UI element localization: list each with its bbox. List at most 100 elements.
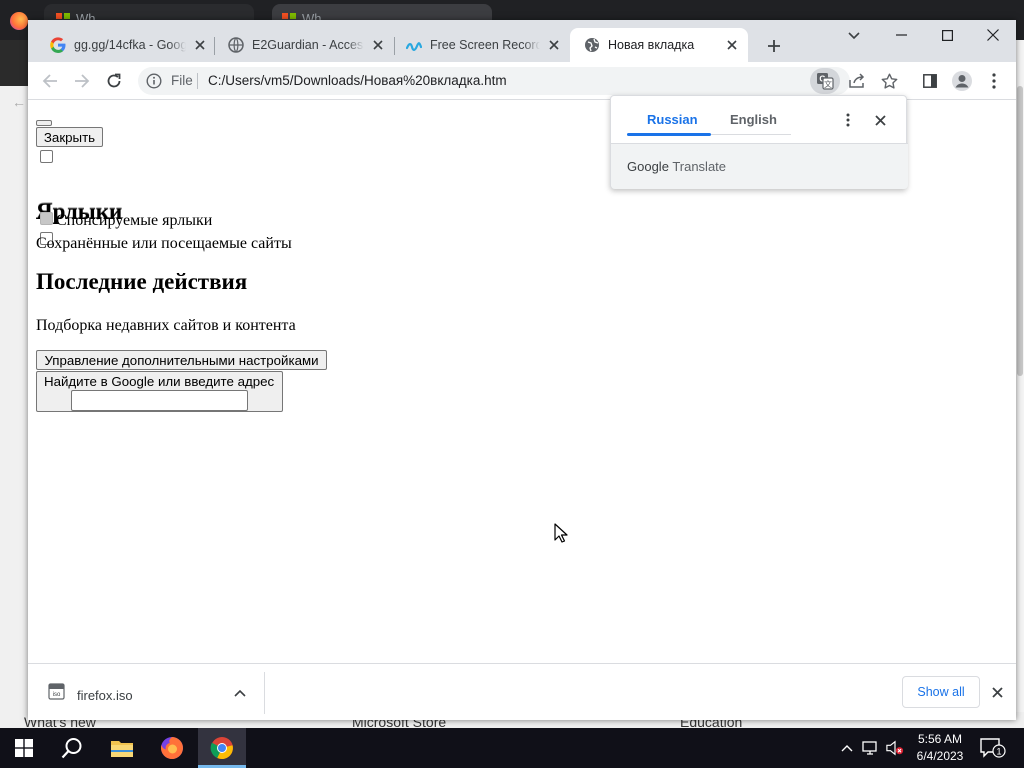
tab-close-icon[interactable] (546, 37, 562, 53)
tab-close-icon[interactable] (192, 37, 208, 53)
menu-button[interactable] (982, 69, 1006, 93)
recent-activity-heading: Последние действия (36, 269, 248, 294)
translate-close-button[interactable] (870, 110, 890, 130)
reload-icon (107, 73, 121, 88)
google-icon (50, 37, 66, 53)
search-input[interactable] (71, 390, 248, 411)
chrome-window: gg.gg/14cfka - Google E2Guardian - Acces… (28, 20, 1016, 720)
clock-time: 5:56 AM (917, 732, 963, 746)
side-panel-icon (923, 74, 937, 88)
sponsored-label: Спонсируемые ярлыки (56, 212, 213, 229)
url-text[interactable]: C:/Users/vm5/Downloads/Новая%20вкладка.h… (208, 73, 507, 88)
avatar-icon (952, 71, 972, 91)
maximize-icon (941, 29, 953, 41)
show-all-downloads-button[interactable]: Show all (902, 676, 980, 708)
empty-button[interactable] (36, 120, 52, 126)
tab-close-icon[interactable] (370, 37, 386, 53)
omnibox-divider (197, 73, 198, 89)
new-tab-button[interactable] (760, 34, 788, 58)
system-clock[interactable]: 5:56 AM 6/4/2023 (908, 731, 972, 765)
search-button[interactable] (48, 728, 96, 768)
profile-button[interactable] (950, 69, 974, 93)
globe-icon (585, 38, 599, 52)
tab-close-icon[interactable] (724, 37, 740, 53)
tab-search-button[interactable] (843, 26, 865, 46)
windows-logo-icon (15, 739, 33, 757)
sponsored-checkbox[interactable] (40, 212, 53, 225)
translate-options-button[interactable] (838, 110, 858, 130)
close-icon (991, 686, 1003, 698)
volume-button[interactable] (886, 740, 904, 756)
tab-title: Новая вкладка (608, 38, 695, 52)
screen-recorder-icon (406, 42, 422, 51)
background-window-toolbar: ← (0, 40, 28, 110)
background-window-edge (0, 40, 28, 728)
star-icon (881, 73, 897, 89)
file-explorer-button[interactable] (98, 728, 146, 768)
share-icon (849, 73, 865, 88)
close-page-button[interactable]: Закрыть (36, 127, 103, 147)
start-button[interactable] (0, 728, 48, 768)
tab-title: gg.gg/14cfka - Google (74, 38, 186, 52)
tab-strip: gg.gg/14cfka - Google E2Guardian - Acces… (28, 20, 1016, 62)
info-icon[interactable] (146, 73, 162, 89)
search-fieldset: Найдите в Google или введите адрес (36, 371, 283, 412)
firefox-icon (160, 737, 183, 759)
arrow-right-icon (75, 74, 90, 88)
maximize-button[interactable] (924, 20, 970, 50)
address-bar[interactable]: File C:/Users/vm5/Downloads/Новая%20вкла… (138, 67, 897, 95)
back-button[interactable] (38, 69, 62, 93)
forward-button[interactable] (70, 69, 94, 93)
google-translate-brand: Google Translate (627, 159, 726, 174)
notifications-button[interactable]: 1 (980, 738, 1006, 758)
tab-new-tab-active[interactable]: Новая вкладка (570, 28, 748, 62)
brand-google: Google (627, 159, 669, 174)
active-tab-indicator (627, 133, 711, 136)
network-button[interactable] (862, 740, 880, 756)
network-icon (862, 741, 877, 755)
tab-source-language[interactable]: Russian (647, 112, 698, 127)
close-download-shelf-button[interactable] (988, 683, 1006, 701)
tab-title: E2Guardian - Access (252, 38, 364, 52)
tab-gg-gg[interactable]: gg.gg/14cfka - Google (36, 28, 216, 62)
taskbar: 5:56 AM 6/4/2023 1 (0, 728, 1024, 768)
search-legend: Найдите в Google или введите адрес (44, 374, 275, 389)
tab-e2guardian[interactable]: E2Guardian - Access (214, 28, 394, 62)
manage-settings-button[interactable]: Управление дополнительными настройками (36, 350, 327, 370)
tab-free-screen-recorder[interactable]: Free Screen Recorder (392, 28, 570, 62)
translate-icon: G 文 (817, 73, 834, 90)
download-shelf: iso firefox.iso Show all (28, 663, 1016, 720)
saved-sites-label: Сохранённые или посещаемые сайты (36, 235, 292, 252)
firefox-button[interactable] (148, 728, 196, 768)
search-icon (61, 738, 82, 759)
notification-icon: 1 (980, 738, 1006, 758)
chevron-up-icon[interactable] (232, 686, 248, 700)
side-panel-button[interactable] (918, 69, 942, 93)
url-scheme-label: File (171, 73, 193, 88)
checkbox[interactable] (40, 150, 53, 163)
globe-icon (228, 37, 244, 53)
minimize-button[interactable] (878, 20, 924, 50)
folder-icon (111, 741, 133, 757)
show-hidden-icons-button[interactable] (838, 740, 856, 756)
notification-count: 1 (996, 747, 1001, 757)
background-scrollbar[interactable] (1017, 86, 1023, 376)
recent-activity-description: Подборка недавних сайтов и контента (36, 317, 296, 334)
tab-underline (711, 134, 791, 135)
share-button[interactable] (846, 71, 868, 91)
chrome-button[interactable] (198, 728, 246, 768)
tab-target-language[interactable]: English (730, 112, 777, 127)
close-icon (987, 29, 999, 41)
plus-icon (768, 40, 780, 52)
kebab-menu-icon (992, 73, 996, 89)
svg-text:文: 文 (824, 79, 832, 89)
translate-button[interactable]: G 文 (810, 68, 840, 94)
bookmark-star-button[interactable] (878, 71, 900, 91)
window-close-button[interactable] (970, 20, 1016, 50)
download-item[interactable]: iso firefox.iso (38, 668, 264, 716)
disc-image-file-icon: iso (48, 683, 65, 700)
close-icon (874, 114, 886, 126)
mouse-cursor-icon (554, 523, 568, 543)
reload-button[interactable] (102, 69, 126, 93)
download-file-name: firefox.iso (77, 688, 133, 703)
